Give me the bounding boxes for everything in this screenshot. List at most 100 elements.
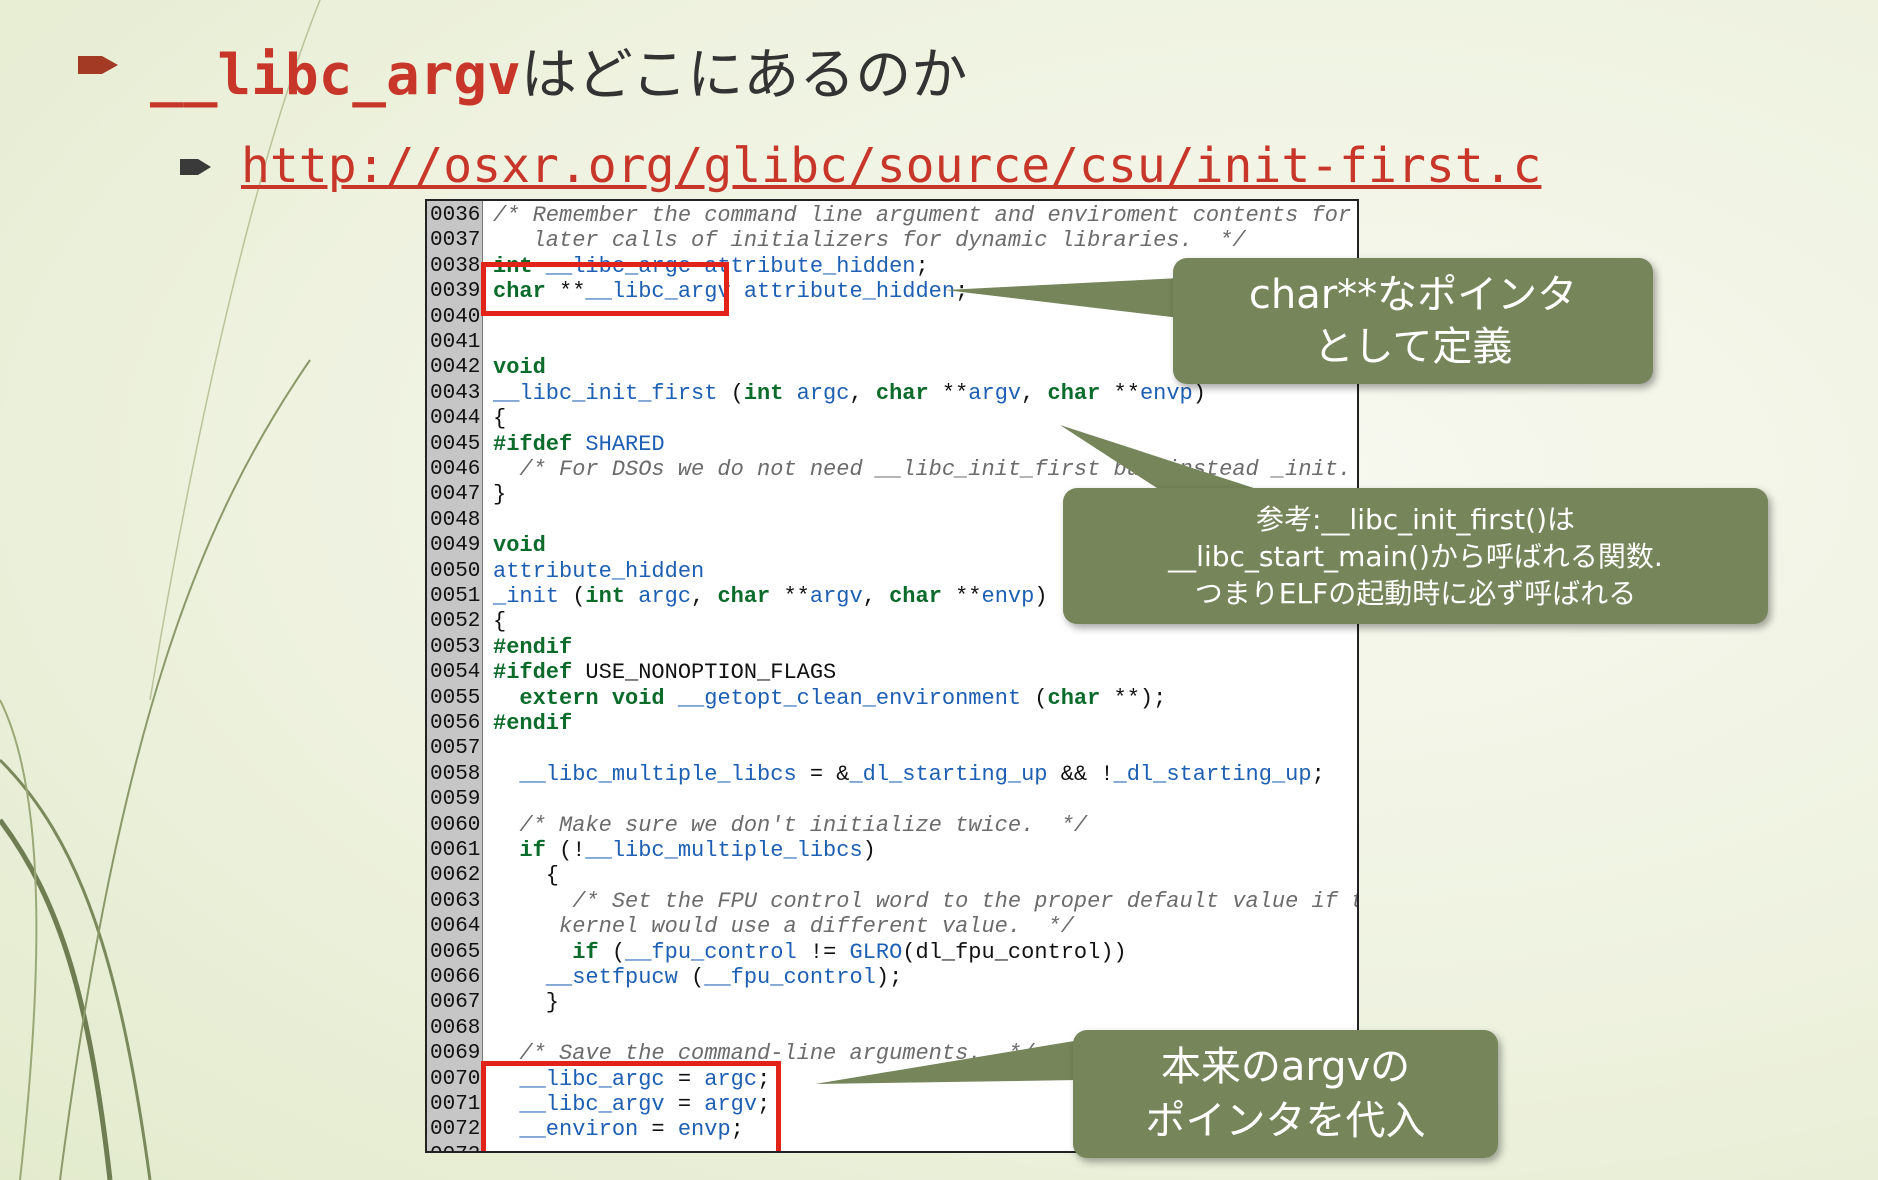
code-token: ** — [928, 380, 969, 406]
code-token: ** — [770, 584, 810, 609]
code-token: ; — [915, 253, 929, 279]
code-token: __libc_init_first — [493, 380, 718, 406]
code-token: envp — [1139, 380, 1193, 406]
line-number: 0051 — [430, 585, 481, 608]
line-number: 0039 — [430, 280, 481, 304]
code-token: if — [493, 939, 599, 965]
code-token: __libc_multiple_libcs — [585, 838, 863, 863]
code-token: ( — [598, 939, 626, 965]
line-number: 0059 — [430, 788, 481, 812]
line-number: 0058 — [430, 762, 481, 786]
line-number: 0068 — [430, 1016, 481, 1040]
line-number: 0036 — [430, 204, 481, 227]
source-link[interactable]: http://osxr.org/glibc/source/csu/init-fi… — [241, 138, 1541, 194]
code-token: if — [493, 838, 546, 863]
code-token: (! — [545, 838, 586, 863]
code-token: char — [1047, 380, 1101, 406]
line-number: 0062 — [430, 864, 481, 888]
code-token: argc — [783, 380, 850, 406]
code-token: ** — [1100, 380, 1140, 406]
line-number: 0064 — [430, 915, 481, 939]
code-text: #endif — [493, 711, 572, 736]
code-token: } — [493, 990, 560, 1016]
arrow-bullet-icon — [78, 56, 118, 74]
code-token: && ! — [1047, 761, 1114, 787]
code-text: #ifdef USE_NONOPTION_FLAGS — [493, 660, 836, 685]
code-token: /* Make sure we don't initialize twice. … — [493, 812, 1088, 838]
code-token: **); — [1100, 685, 1167, 711]
code-token: char — [717, 584, 771, 609]
code-text: attribute_hidden — [493, 559, 704, 584]
callout-pointer-definition: char**なポインタ として定義 — [1173, 258, 1653, 384]
code-token: { — [493, 609, 507, 635]
code-token: , — [862, 584, 890, 609]
code-text: extern void __getopt_clean_environment (… — [493, 686, 1166, 711]
code-text: __setfpucw (__fpu_control); — [493, 965, 903, 990]
code-token: argc — [625, 584, 692, 609]
code-text: if (__fpu_control != GLRO(dl_fpu_control… — [493, 940, 1127, 965]
callout-text: char**なポインタ — [1248, 272, 1578, 318]
line-number: 0046 — [430, 458, 481, 481]
code-token: USE_NONOPTION_FLAGS — [572, 660, 837, 686]
code-token: != — [796, 939, 850, 965]
code-token: , — [691, 584, 718, 609]
code-token: int — [743, 380, 784, 406]
line-number: 0048 — [430, 508, 481, 532]
code-text: __libc_init_first (int argc, char **argv… — [493, 381, 1206, 406]
code-token: ) — [1192, 380, 1206, 406]
code-token: int — [585, 584, 626, 609]
line-number: 0055 — [430, 686, 481, 710]
line-number: 0049 — [430, 534, 481, 558]
code-token: , — [1021, 380, 1048, 406]
callout-reference-note: 参考:__libc_init_first()は __libc_start_mai… — [1063, 488, 1768, 624]
code-token: _dl_starting_up — [849, 761, 1048, 787]
code-token: void — [493, 355, 546, 381]
code-token: #endif — [493, 634, 573, 660]
line-number: 0040 — [430, 305, 481, 329]
slide-title: __libc_argvはどこにあるのか — [150, 30, 967, 111]
line-number: 0069 — [430, 1042, 481, 1066]
code-text: { — [493, 863, 559, 888]
code-token: __setfpucw — [493, 965, 678, 990]
code-text: /* Remember the command line argument an… — [493, 203, 1351, 228]
callout-text: 参考:__libc_init_first()は — [1255, 502, 1575, 536]
line-number: 0052 — [430, 610, 481, 634]
code-token: __fpu_control — [625, 939, 797, 965]
line-number: 0070 — [430, 1067, 481, 1091]
line-number: 0057 — [430, 737, 481, 761]
code-token: GLRO — [849, 939, 903, 965]
callout-text: つまりELFの起動時に必ず呼ばれる — [1194, 576, 1637, 610]
line-number: 0067 — [430, 991, 481, 1015]
line-number: 0042 — [430, 356, 481, 380]
code-text: #endif — [493, 635, 572, 660]
callout-text: 本来のargvの — [1160, 1044, 1411, 1090]
code-token: __getopt_clean_environment — [664, 685, 1022, 711]
code-token: char — [875, 380, 929, 406]
code-text: } — [493, 990, 559, 1015]
highlight-box-assignments — [481, 1061, 781, 1151]
code-token: } — [493, 482, 507, 508]
line-number: 0056 — [430, 712, 481, 735]
code-text: void — [493, 533, 546, 558]
code-text: if (!__libc_multiple_libcs) — [493, 838, 875, 863]
code-token: __libc_multiple_libcs — [493, 761, 797, 787]
code-text: later calls of initializers for dynamic … — [493, 228, 1246, 253]
code-token: ( — [717, 380, 744, 406]
code-token: , — [849, 380, 876, 406]
code-text: __libc_multiple_libcs = &_dl_starting_up… — [493, 761, 1325, 787]
title-code: __libc_argv — [150, 43, 521, 108]
code-token: ; — [955, 279, 969, 305]
code-token: ; — [1311, 761, 1325, 787]
code-token: { — [493, 863, 560, 889]
code-token: ); — [875, 965, 903, 990]
code-text: /* Set the FPU control word to the prope… — [493, 889, 1357, 914]
code-token: attribute_hidden — [493, 558, 705, 584]
code-text: { — [493, 406, 506, 431]
highlight-box-libc-argv-decl — [481, 262, 729, 316]
arrow-bullet-icon — [180, 159, 211, 175]
line-number: 0044 — [430, 407, 481, 431]
line-number: 0043 — [430, 381, 481, 405]
code-token: ** — [941, 584, 982, 609]
line-number: 0053 — [430, 635, 481, 659]
code-token: argv — [809, 584, 863, 609]
